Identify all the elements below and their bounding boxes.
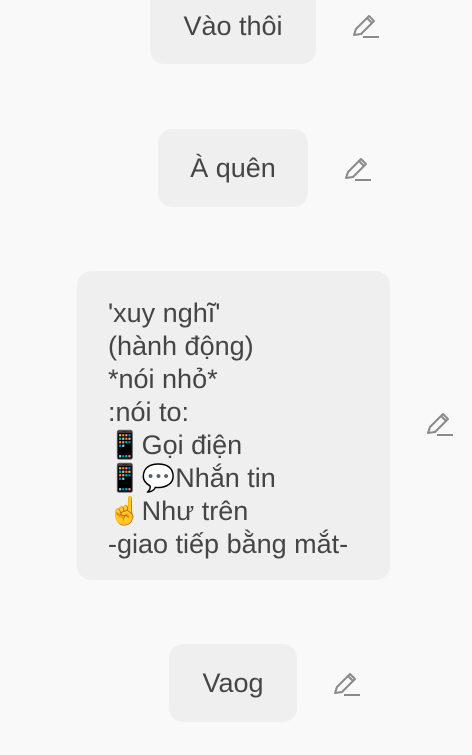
message-bubble[interactable]: Vaog	[169, 644, 297, 722]
pencil-edit-icon[interactable]	[342, 154, 372, 184]
message-text: Vào thôi	[183, 10, 283, 41]
message-bubble[interactable]: Vào thôi	[150, 0, 316, 64]
message-line: ☝️Như trên	[108, 496, 249, 526]
message-text: Vaog	[202, 667, 264, 698]
pencil-edit-icon[interactable]	[424, 409, 454, 439]
message-line: (hành động)	[108, 331, 254, 361]
pencil-edit-icon[interactable]	[350, 11, 380, 41]
message-text: À quên	[190, 152, 276, 183]
message-line: -giao tiếp bằng mắt-	[108, 529, 349, 559]
message-line: 📱💬Nhắn tin	[108, 463, 276, 493]
message-line: *nói nhỏ*	[108, 364, 218, 394]
message-line: 📱Gọi điện	[108, 430, 243, 460]
message-list: Vào thôi À quên 'xuy nghĩ' (hành động) *…	[0, 0, 472, 755]
message-line: :nói to:	[108, 397, 190, 427]
pencil-edit-icon[interactable]	[331, 669, 361, 699]
message-bubble[interactable]: À quên	[158, 129, 308, 207]
message-bubble[interactable]: 'xuy nghĩ' (hành động) *nói nhỏ* :nói to…	[77, 271, 390, 580]
message-line: 'xuy nghĩ'	[108, 298, 221, 328]
